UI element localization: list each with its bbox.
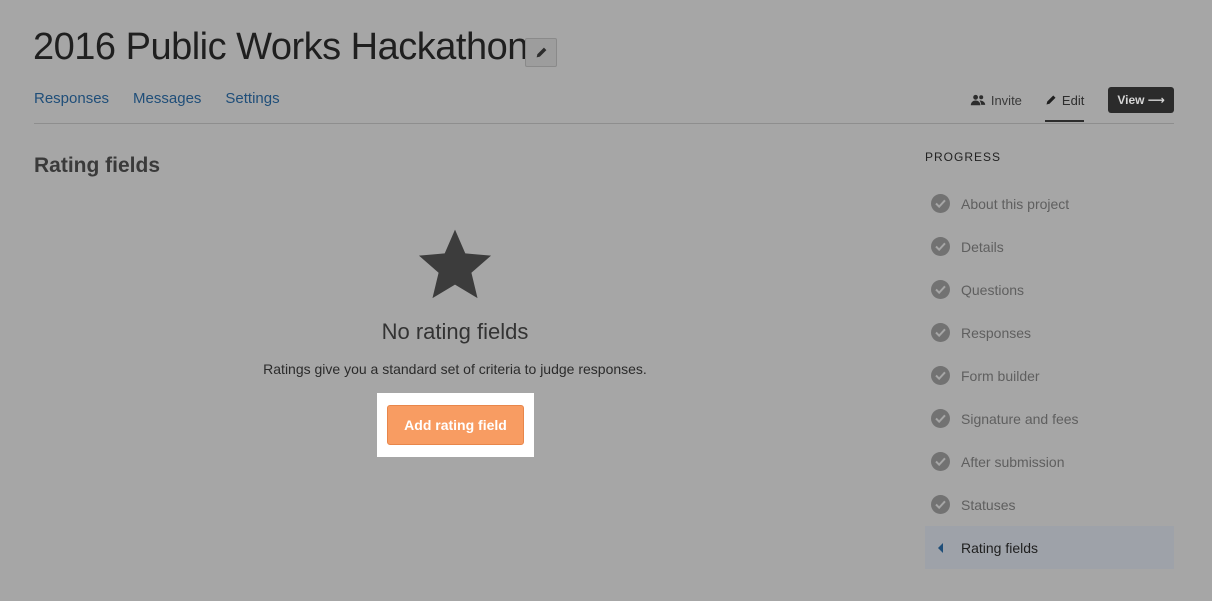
highlight-box: Add rating field (377, 393, 534, 457)
invite-button[interactable]: Invite (970, 93, 1022, 108)
edit-button[interactable]: Edit (1044, 92, 1085, 122)
progress-item-statuses[interactable]: Statuses (925, 483, 1174, 526)
header-divider (34, 123, 1174, 124)
section-title: Rating fields (34, 154, 161, 177)
tab-responses[interactable]: Responses (34, 90, 109, 107)
users-icon (970, 94, 986, 105)
progress-item-label: Questions (961, 281, 1025, 298)
check-circle-icon (931, 280, 950, 299)
tab-messages[interactable]: Messages (133, 90, 201, 107)
tab-nav: Responses Messages Settings (34, 90, 280, 107)
progress-label: PROGRESS (925, 150, 1002, 164)
pencil-icon (1046, 95, 1056, 105)
check-circle-icon (931, 495, 950, 514)
progress-item-label: Rating fields (961, 539, 1039, 556)
check-circle-icon (931, 366, 950, 385)
check-circle-icon (931, 452, 950, 471)
tab-settings[interactable]: Settings (225, 90, 279, 107)
check-circle-icon (931, 194, 950, 213)
empty-state-description: Ratings give you a standard set of crite… (263, 361, 647, 377)
progress-item-after-submission[interactable]: After submission (925, 440, 1174, 483)
check-circle-icon (931, 237, 950, 256)
progress-item-label: Details (961, 238, 1004, 255)
star-icon (418, 229, 492, 299)
progress-item-label: Statuses (961, 496, 1016, 513)
progress-item-responses[interactable]: Responses (925, 311, 1174, 354)
view-button[interactable]: View ⟶ (1108, 87, 1174, 113)
caret-left-icon (931, 542, 950, 553)
progress-item-details[interactable]: Details (925, 225, 1174, 268)
pencil-icon (536, 47, 546, 58)
progress-sidebar: PROGRESS About this project Details Ques… (925, 150, 1174, 569)
progress-item-signature-and-fees[interactable]: Signature and fees (925, 397, 1174, 440)
progress-item-label: Responses (961, 324, 1032, 341)
progress-item-form-builder[interactable]: Form builder (925, 354, 1174, 397)
progress-item-questions[interactable]: Questions (925, 268, 1174, 311)
header-actions: Invite Edit View ⟶ (970, 87, 1174, 122)
progress-item-label: After submission (961, 453, 1065, 470)
check-circle-icon (931, 409, 950, 428)
progress-item-label: Signature and fees (961, 410, 1079, 427)
page-title: 2016 Public Works Hackathon (33, 26, 528, 68)
add-rating-field-button[interactable]: Add rating field (387, 405, 524, 445)
progress-item-about-this-project[interactable]: About this project (925, 182, 1174, 225)
progress-item-label: About this project (961, 195, 1070, 212)
empty-state-heading: No rating fields (381, 319, 529, 344)
edit-title-button[interactable] (525, 38, 557, 67)
edit-label: Edit (1061, 92, 1085, 108)
invite-label: Invite (990, 92, 1022, 108)
progress-item-rating-fields[interactable]: Rating fields (925, 526, 1174, 569)
check-circle-icon (931, 323, 950, 342)
empty-state: No rating fields Ratings give you a stan… (200, 228, 710, 377)
progress-item-label: Form builder (961, 367, 1040, 384)
